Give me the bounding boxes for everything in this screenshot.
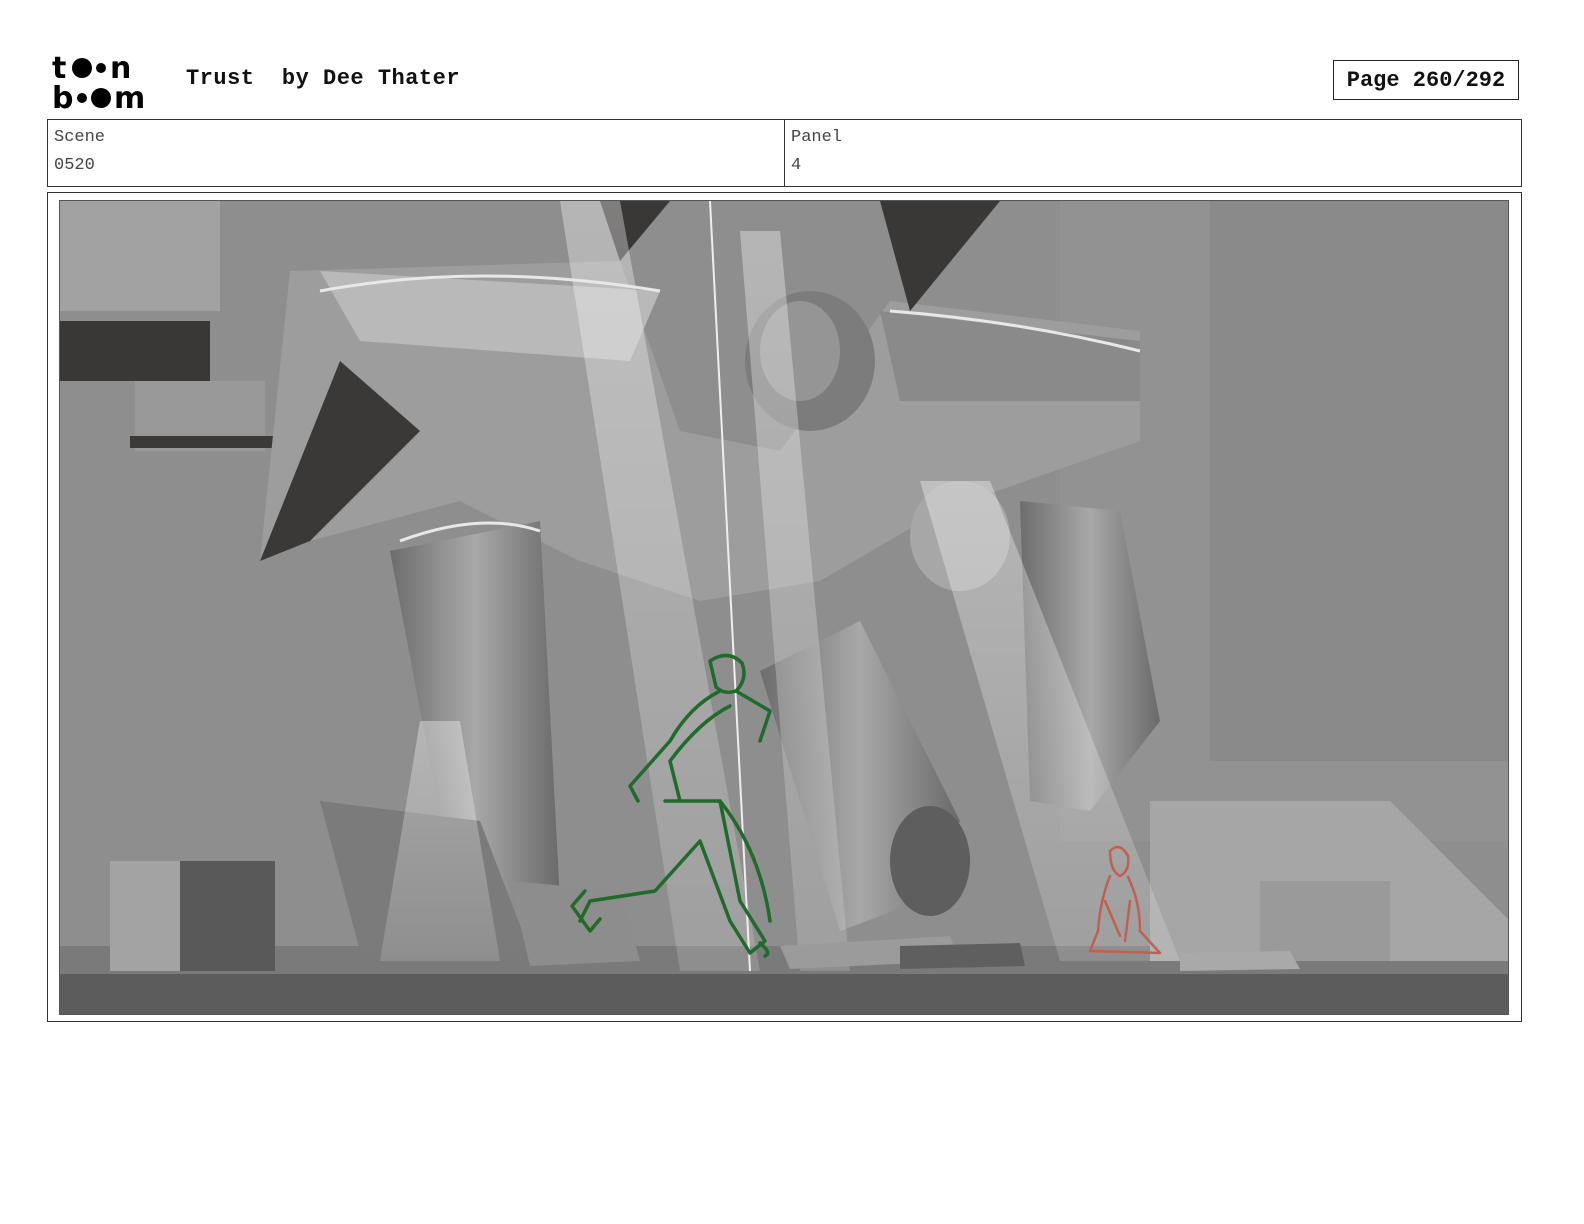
storyboard-panel-image	[59, 200, 1509, 1015]
svg-text:m: m	[114, 81, 145, 112]
scene-cell: Scene 0520	[48, 120, 784, 186]
scene-panel-info: Scene 0520 Panel 4	[47, 119, 1522, 187]
panel-label: Panel	[791, 128, 843, 147]
panel-cell: Panel 4	[784, 120, 1521, 186]
document-title: Trust by Dee Thater	[186, 66, 461, 91]
svg-text:b: b	[52, 81, 73, 112]
scene-label: Scene	[54, 128, 106, 147]
page-number: Page 260/292	[1333, 60, 1519, 100]
panel-value: 4	[791, 156, 802, 175]
toon-boom-logo: t n b m	[52, 51, 145, 112]
scene-value: 0520	[54, 156, 95, 175]
